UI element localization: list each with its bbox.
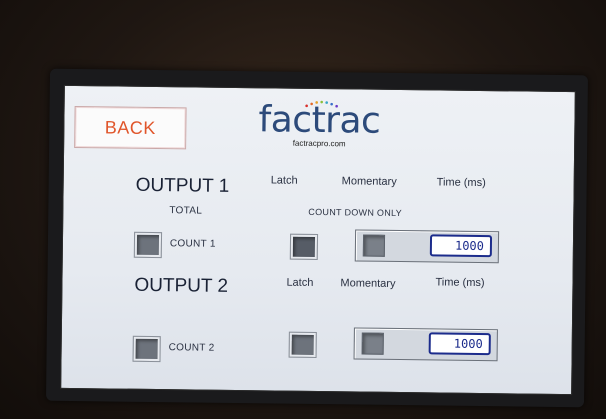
output1-title: OUTPUT 1 bbox=[135, 174, 230, 197]
output1-time-label: Time (ms) bbox=[436, 176, 486, 190]
output2-momentary-label: Momentary bbox=[340, 277, 396, 290]
output1-time-input[interactable]: 1000 bbox=[429, 234, 493, 258]
count1-checkbox[interactable] bbox=[133, 231, 163, 259]
count2-checkbox[interactable] bbox=[132, 335, 161, 363]
count1-label: COUNT 1 bbox=[169, 238, 216, 250]
logo-text: factrac bbox=[254, 99, 384, 142]
touch-screen: BACK factrac factracpro.com OUTPUT 1 Lat… bbox=[60, 84, 576, 396]
back-button[interactable]: BACK bbox=[74, 106, 187, 150]
count2-label: COUNT 2 bbox=[168, 342, 215, 354]
output2-time-label: Time (ms) bbox=[435, 276, 485, 290]
output1-latch-label: Latch bbox=[270, 174, 298, 187]
factrac-logo: factrac factracpro.com bbox=[254, 99, 385, 149]
output1-latch-checkbox[interactable] bbox=[289, 233, 319, 260]
output2-title: OUTPUT 2 bbox=[134, 274, 229, 297]
output1-momentary-checkbox[interactable] bbox=[362, 234, 386, 257]
output2-momentary-time-panel: 1000 bbox=[353, 327, 498, 362]
output1-momentary-time-panel: 1000 bbox=[354, 229, 500, 264]
output1-momentary-label: Momentary bbox=[341, 175, 397, 188]
output1-total-label: TOTAL bbox=[169, 205, 203, 217]
logo-dots-icon bbox=[305, 100, 338, 108]
output2-momentary-checkbox[interactable] bbox=[361, 332, 384, 355]
output2-latch-label: Latch bbox=[286, 276, 314, 289]
output2-latch-checkbox[interactable] bbox=[288, 331, 317, 358]
count-down-only-label: COUNT DOWN ONLY bbox=[308, 206, 403, 219]
output2-time-input[interactable]: 1000 bbox=[428, 332, 491, 356]
